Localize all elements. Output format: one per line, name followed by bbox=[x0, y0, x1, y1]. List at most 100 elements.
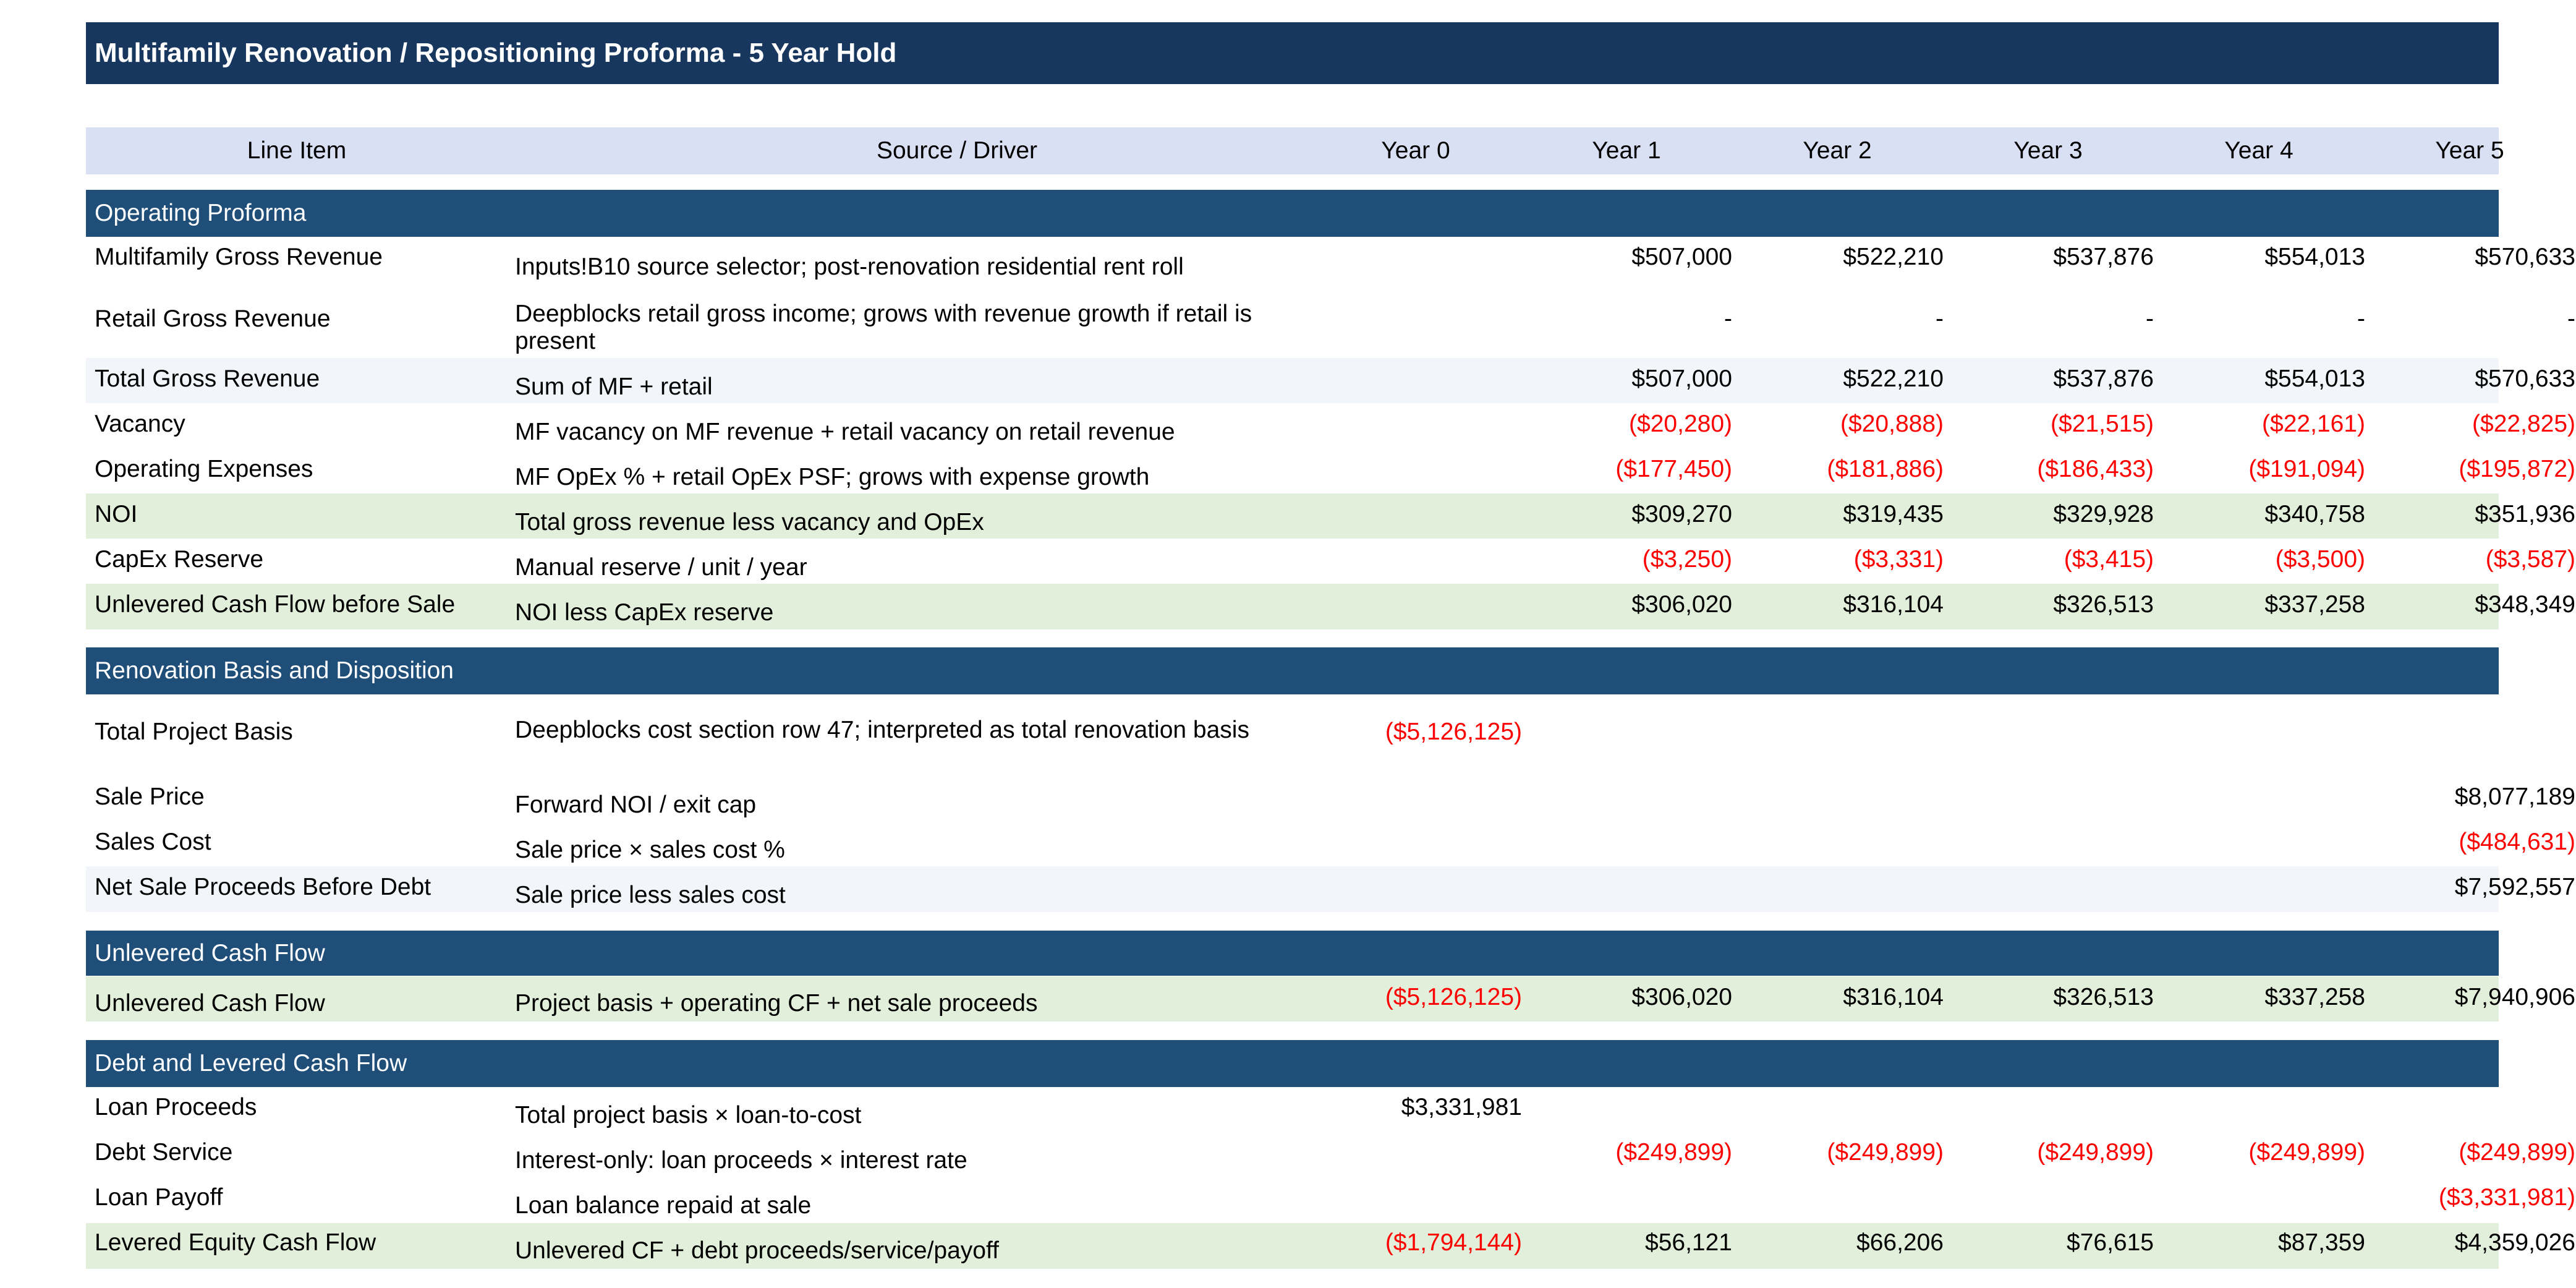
table-row: Sales Cost Sale price × sales cost % ($4… bbox=[86, 821, 2575, 866]
header-year-1: Year 1 bbox=[1592, 137, 1661, 164]
row-source: Forward NOI / exit cap bbox=[515, 791, 757, 818]
section-title: Renovation Basis and Disposition bbox=[95, 657, 454, 684]
row-label: Unlevered Cash Flow before Sale bbox=[95, 591, 456, 618]
table-row: Debt Service Interest-only: loan proceed… bbox=[86, 1133, 2575, 1178]
value-year-1: $507,000 bbox=[1631, 244, 1732, 270]
value-year-5: $8,077,189 bbox=[2454, 783, 2575, 810]
table-row: Multifamily Gross Revenue Inputs!B10 sou… bbox=[86, 237, 2575, 292]
section-title: Operating Proforma bbox=[95, 200, 307, 226]
value-year-2: - bbox=[1936, 305, 1944, 332]
section-header-renovation-basis: Renovation Basis and Disposition bbox=[86, 647, 2499, 694]
value-year-3: $537,876 bbox=[2053, 365, 2154, 392]
value-year-2: ($249,899) bbox=[1827, 1139, 1944, 1166]
value-year-0: ($5,126,125) bbox=[1385, 719, 1522, 745]
value-year-5: $570,633 bbox=[2475, 244, 2575, 270]
row-source: Total project basis × loan-to-cost bbox=[515, 1102, 862, 1128]
value-year-3: $537,876 bbox=[2053, 244, 2154, 270]
section-header-debt-levered-cash-flow: Debt and Levered Cash Flow bbox=[86, 1040, 2499, 1087]
header-year-2: Year 2 bbox=[1803, 137, 1872, 164]
value-year-2: ($20,888) bbox=[1840, 411, 1944, 437]
section-header-operating-proforma: Operating Proforma bbox=[86, 190, 2499, 237]
row-source: Manual reserve / unit / year bbox=[515, 554, 807, 581]
value-year-2: $316,104 bbox=[1843, 984, 1944, 1010]
row-source: MF OpEx % + retail OpEx PSF; grows with … bbox=[515, 464, 1150, 490]
value-year-5: $7,592,557 bbox=[2454, 874, 2575, 900]
table-row: Vacancy MF vacancy on MF revenue + retai… bbox=[86, 403, 2575, 448]
header-line-item: Line Item bbox=[247, 137, 347, 164]
value-year-2: $66,206 bbox=[1856, 1229, 1944, 1256]
table-row: Operating Expenses MF OpEx % + retail Op… bbox=[86, 448, 2575, 493]
value-year-1: $306,020 bbox=[1631, 591, 1732, 618]
value-year-5: $7,940,906 bbox=[2454, 984, 2575, 1010]
value-year-3: ($249,899) bbox=[2037, 1139, 2154, 1166]
value-year-5: ($249,899) bbox=[2459, 1139, 2575, 1166]
value-year-3: ($3,415) bbox=[2064, 546, 2154, 573]
value-year-5: ($3,587) bbox=[2485, 546, 2575, 573]
row-label: Loan Payoff bbox=[95, 1184, 223, 1211]
table-row: Unlevered Cash Flow before Sale NOI less… bbox=[86, 584, 2575, 629]
sheet-title: Multifamily Renovation / Repositioning P… bbox=[86, 22, 2499, 84]
value-year-5: - bbox=[2567, 305, 2575, 332]
value-year-2: $319,435 bbox=[1843, 501, 1944, 527]
row-source: Deepblocks retail gross income; grows wi… bbox=[515, 301, 1252, 354]
table-row: Unlevered Cash Flow Project basis + oper… bbox=[86, 976, 2575, 1021]
row-source: Sale price less sales cost bbox=[515, 882, 786, 908]
value-year-4: $554,013 bbox=[2264, 244, 2365, 270]
header-source-driver: Source / Driver bbox=[876, 137, 1038, 164]
row-source: Sale price × sales cost % bbox=[515, 837, 785, 863]
value-year-2: $316,104 bbox=[1843, 591, 1944, 618]
value-year-2: ($3,331) bbox=[1853, 546, 1944, 573]
row-label: Net Sale Proceeds Before Debt bbox=[95, 874, 431, 900]
value-year-2: ($181,886) bbox=[1827, 456, 1944, 482]
value-year-0: ($5,126,125) bbox=[1385, 984, 1522, 1010]
value-year-2: $522,210 bbox=[1843, 244, 1944, 270]
row-source: Sum of MF + retail bbox=[515, 373, 713, 400]
row-label: Operating Expenses bbox=[95, 456, 313, 482]
value-year-3: ($186,433) bbox=[2037, 456, 2154, 482]
value-year-4: ($22,161) bbox=[2262, 411, 2365, 437]
row-source: Deepblocks cost section row 47; interpre… bbox=[515, 717, 1249, 743]
row-label: Sales Cost bbox=[95, 829, 211, 855]
table-row: Loan Proceeds Total project basis × loan… bbox=[86, 1088, 2499, 1133]
row-source: Loan balance repaid at sale bbox=[515, 1192, 812, 1219]
value-year-1: $507,000 bbox=[1631, 365, 1732, 392]
row-label: Loan Proceeds bbox=[95, 1094, 257, 1120]
row-source: MF vacancy on MF revenue + retail vacanc… bbox=[515, 419, 1175, 445]
value-year-4: - bbox=[2357, 305, 2365, 332]
table-row: Loan Payoff Loan balance repaid at sale … bbox=[86, 1178, 2575, 1223]
value-year-3: - bbox=[2146, 305, 2154, 332]
header-year-5: Year 5 bbox=[2435, 137, 2504, 164]
row-label: Sale Price bbox=[95, 783, 205, 810]
value-year-1: ($3,250) bbox=[1642, 546, 1732, 573]
value-year-0: ($1,794,144) bbox=[1385, 1229, 1522, 1256]
value-year-4: $554,013 bbox=[2264, 365, 2365, 392]
value-year-5: $570,633 bbox=[2475, 365, 2575, 392]
value-year-4: $87,359 bbox=[2278, 1229, 2365, 1256]
value-year-1: ($20,280) bbox=[1629, 411, 1732, 437]
section-header-unlevered-cash-flow: Unlevered Cash Flow bbox=[86, 931, 2499, 976]
row-source: Total gross revenue less vacancy and OpE… bbox=[515, 509, 984, 535]
value-year-3: $326,513 bbox=[2053, 591, 2154, 618]
row-label: Multifamily Gross Revenue bbox=[95, 244, 383, 270]
value-year-1: $306,020 bbox=[1631, 984, 1732, 1010]
table-row: Net Sale Proceeds Before Debt Sale price… bbox=[86, 866, 2575, 912]
row-label: NOI bbox=[95, 501, 138, 527]
value-year-3: $76,615 bbox=[2067, 1229, 2154, 1256]
value-year-1: $56,121 bbox=[1645, 1229, 1732, 1256]
value-year-4: ($249,899) bbox=[2248, 1139, 2365, 1166]
value-year-1: - bbox=[1724, 305, 1732, 332]
value-year-4: $340,758 bbox=[2264, 501, 2365, 527]
header-year-3: Year 3 bbox=[2013, 137, 2083, 164]
value-year-5: $348,349 bbox=[2475, 591, 2575, 618]
value-year-3: $329,928 bbox=[2053, 501, 2154, 527]
value-year-2: $522,210 bbox=[1843, 365, 1944, 392]
column-header-row: Line Item Source / Driver Year 0 Year 1 … bbox=[86, 127, 2504, 174]
table-row: Total Gross Revenue Sum of MF + retail $… bbox=[86, 358, 2575, 403]
table-row: Total Project Basis Deepblocks cost sect… bbox=[86, 707, 2499, 776]
table-row: NOI Total gross revenue less vacancy and… bbox=[86, 493, 2575, 539]
value-year-5: ($3,331,981) bbox=[2438, 1184, 2575, 1211]
value-year-5: ($484,631) bbox=[2459, 829, 2575, 855]
value-year-1: ($177,450) bbox=[1615, 456, 1732, 482]
row-label: Total Gross Revenue bbox=[95, 365, 320, 392]
header-year-0: Year 0 bbox=[1381, 137, 1450, 164]
